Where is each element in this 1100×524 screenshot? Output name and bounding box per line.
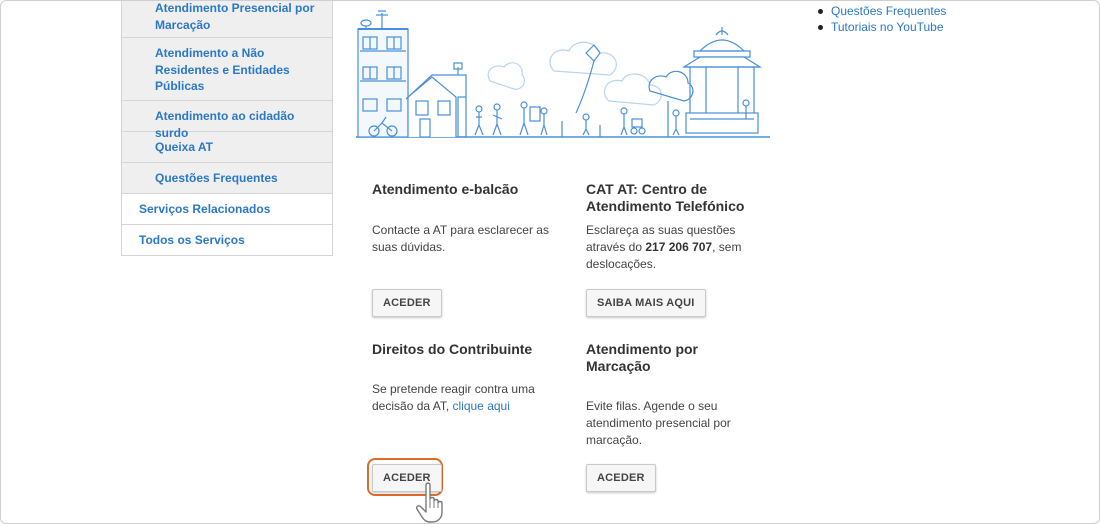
card-title: Direitos do Contribuinte: [372, 341, 533, 357]
sidebar-item-label: Questões Frequentes: [155, 171, 278, 185]
card-description: Contacte a AT para esclarecer as suas dú…: [372, 223, 549, 254]
card-title: Atendimento por Marcação: [586, 341, 698, 374]
sidebar-item-queixa-at[interactable]: Queixa AT: [122, 132, 332, 163]
related-links-list: Questões Frequentes Tutoriais no YouTube: [817, 3, 946, 35]
sidebar-item-nao-residentes[interactable]: Atendimento a Não Residentes e Entidades…: [122, 38, 332, 101]
browser-viewport: Atendimento Presencial por Marcação Aten…: [0, 0, 1100, 524]
sidebar-nav: Atendimento Presencial por Marcação Aten…: [121, 1, 333, 256]
card-atendimento-e-balcao: Atendimento e-balcão: [372, 181, 562, 198]
link-tutoriais-youtube[interactable]: Tutoriais no YouTube: [817, 19, 946, 35]
aceder-button-e-balcao[interactable]: ACEDER: [372, 289, 442, 317]
clique-aqui-link[interactable]: clique aqui: [453, 399, 510, 413]
sidebar-item-cidadao-surdo[interactable]: Atendimento ao cidadão surdo: [122, 101, 332, 140]
sidebar-item-questoes-frequentes[interactable]: Questões Frequentes: [122, 163, 332, 194]
card-cat-at: CAT AT: Centro de Atendimento Telefónico: [586, 181, 761, 214]
sidebar-item-label: Atendimento a Não Residentes e Entidades…: [155, 46, 290, 93]
sidebar-item-label: Atendimento Presencial por Marcação: [155, 1, 315, 32]
card-title: Atendimento e-balcão: [372, 181, 519, 197]
aceder-button-marcacao[interactable]: ACEDER: [586, 464, 656, 492]
sidebar-item-label: Todos os Serviços: [139, 233, 245, 247]
sidebar-item-todos-servicos[interactable]: Todos os Serviços: [122, 225, 332, 256]
card-description: Esclareça as suas questões através do 21…: [586, 222, 751, 273]
card-title: CAT AT: Centro de Atendimento Telefónico: [586, 181, 745, 214]
sidebar-item-label: Queixa AT: [155, 140, 214, 154]
card-direitos-contribuinte: Direitos do Contribuinte: [372, 341, 562, 358]
hand-pointer-icon: [415, 482, 443, 523]
phone-number: 217 206 707: [645, 240, 713, 254]
saiba-mais-button[interactable]: SAIBA MAIS AQUI: [586, 289, 706, 317]
sidebar-item-label: Serviços Relacionados: [139, 202, 271, 216]
link-questoes-frequentes[interactable]: Questões Frequentes: [817, 3, 946, 19]
card-atendimento-marcacao: Atendimento por Marcação: [586, 341, 736, 374]
card-description: Evite filas. Agende o seu atendimento pr…: [586, 399, 731, 447]
street-illustration: [356, 10, 770, 138]
card-description: Se pretende reagir contra uma decisão da…: [372, 381, 537, 415]
sidebar-item-servicos-relacionados[interactable]: Serviços Relacionados: [122, 194, 332, 225]
sidebar-item-atendimento-presencial[interactable]: Atendimento Presencial por Marcação: [122, 1, 332, 38]
